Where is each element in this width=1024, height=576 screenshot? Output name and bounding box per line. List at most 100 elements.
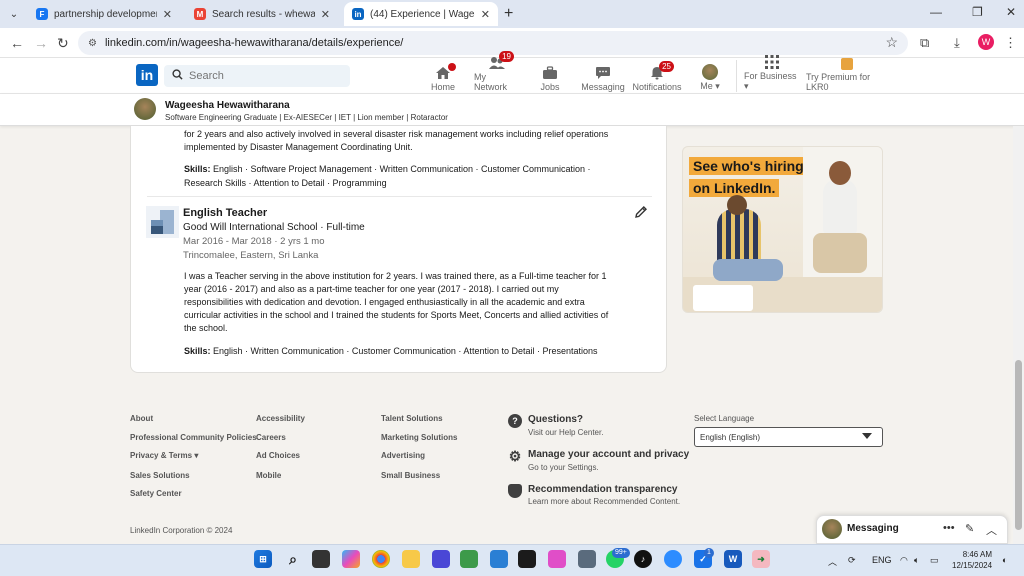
avatar[interactable] bbox=[134, 98, 156, 120]
copilot-icon[interactable] bbox=[342, 550, 360, 568]
footer-link-small-business[interactable]: Small Business bbox=[381, 471, 440, 480]
linkedin-logo[interactable]: in bbox=[136, 64, 158, 86]
search-box[interactable] bbox=[164, 65, 350, 87]
footer-link-advertising[interactable]: Advertising bbox=[381, 451, 425, 460]
messaging-label[interactable]: Messaging bbox=[847, 523, 899, 534]
footer-link-community-policies[interactable]: Professional Community Policies bbox=[130, 433, 257, 442]
people-icon: 19 bbox=[488, 51, 514, 70]
close-icon[interactable]: ✕ bbox=[481, 8, 490, 21]
sticky-notes-icon[interactable] bbox=[518, 550, 536, 568]
scrollbar-thumb[interactable] bbox=[1015, 360, 1022, 530]
volume-icon[interactable]: 🔈︎ bbox=[914, 555, 919, 566]
nav-notifications[interactable]: 25 Notifications bbox=[632, 60, 682, 92]
battery-icon[interactable]: ▭ bbox=[930, 555, 939, 566]
briefcase-icon bbox=[541, 66, 559, 80]
windows-start-icon[interactable]: ⊞ bbox=[254, 550, 272, 568]
tab-search-button[interactable]: ⌄ bbox=[4, 4, 24, 24]
restore-icon[interactable]: ❐ bbox=[972, 5, 983, 19]
linkedin-icon: in bbox=[352, 8, 364, 20]
download-icon[interactable]: ⤓ bbox=[954, 35, 960, 51]
divider bbox=[147, 196, 652, 197]
footer-link-ad-choices[interactable]: Ad Choices bbox=[256, 451, 300, 460]
task-view-icon[interactable] bbox=[312, 550, 330, 568]
notification-bell-icon[interactable]: ◐ bbox=[1002, 555, 1007, 565]
hiring-ad[interactable]: See who's hiring on LinkedIn. bbox=[682, 146, 883, 313]
nav-label: Home bbox=[430, 82, 455, 92]
search-input[interactable] bbox=[189, 70, 339, 82]
window-close-icon[interactable]: ✕ bbox=[1006, 5, 1016, 19]
notepad-icon[interactable] bbox=[490, 550, 508, 568]
sync-icon[interactable]: ⟳ bbox=[848, 555, 856, 566]
footer-link-careers[interactable]: Careers bbox=[256, 433, 286, 442]
nav-label: Jobs bbox=[540, 82, 560, 92]
minimize-icon[interactable]: — bbox=[930, 5, 942, 19]
language-indicator[interactable]: ENG bbox=[872, 555, 892, 565]
edit-pencil-icon[interactable] bbox=[634, 205, 650, 221]
home-icon bbox=[434, 63, 456, 80]
forward-arrow-icon[interactable]: → bbox=[34, 35, 48, 51]
file-explorer-icon[interactable] bbox=[402, 550, 420, 568]
nav-home[interactable]: Home bbox=[430, 60, 456, 92]
tiktok-icon[interactable]: ♪ bbox=[634, 550, 652, 568]
profile-name[interactable]: Wageesha Hewawitharana bbox=[165, 100, 290, 111]
app-icon[interactable] bbox=[432, 550, 450, 568]
prev-skills: Skills: English · Software Project Manag… bbox=[184, 163, 591, 176]
job-skills: Skills: English · Written Communication … bbox=[184, 345, 598, 358]
nav-for-business[interactable]: For Business ▾ bbox=[744, 55, 800, 92]
skills-list: English · Software Project Management · … bbox=[210, 164, 591, 174]
browser-profile-avatar[interactable]: W bbox=[978, 34, 994, 50]
footer-link-accessibility[interactable]: Accessibility bbox=[256, 414, 305, 423]
footer-link-privacy-terms[interactable]: Privacy & Terms ▾ bbox=[130, 451, 198, 460]
footer-link-about[interactable]: About bbox=[130, 414, 153, 423]
footer-link-sales-solutions[interactable]: Sales Solutions bbox=[130, 471, 190, 480]
app-icon[interactable] bbox=[460, 550, 478, 568]
reload-icon[interactable]: ↻ bbox=[57, 35, 69, 52]
site-info-icon[interactable]: ⚙ bbox=[88, 38, 97, 49]
search-icon[interactable]: ⌕ bbox=[284, 550, 302, 568]
browser-menu-icon[interactable]: ⋮ bbox=[1004, 35, 1017, 51]
close-icon[interactable]: ✕ bbox=[163, 8, 172, 21]
logo-shape bbox=[151, 226, 163, 234]
system-clock[interactable]: 8:46 AM 12/15/2024 bbox=[952, 549, 992, 571]
help-questions-link[interactable]: Questions? bbox=[528, 414, 583, 425]
skills-list: English · Written Communication · Custom… bbox=[210, 346, 598, 356]
tab-linkedin-experience[interactable]: in (44) Experience | Wageesha He ✕ bbox=[344, 2, 498, 26]
nav-divider bbox=[736, 60, 737, 92]
new-tab-button[interactable]: + bbox=[504, 5, 513, 23]
recommendation-transparency-link[interactable]: Recommendation transparency bbox=[528, 484, 678, 495]
footer-link-mobile[interactable]: Mobile bbox=[256, 471, 281, 480]
app-icon[interactable] bbox=[578, 550, 596, 568]
premium-link[interactable]: Try Premium for LKR0 bbox=[806, 58, 888, 92]
wifi-icon[interactable]: ◠ bbox=[900, 555, 908, 566]
chrome-icon[interactable] bbox=[372, 550, 390, 568]
url-field[interactable]: ⚙ linkedin.com/in/wageesha-hewawitharana… bbox=[78, 31, 908, 55]
more-options-icon[interactable]: ••• bbox=[943, 522, 955, 534]
job-title[interactable]: English Teacher bbox=[183, 207, 267, 219]
nav-my-network[interactable]: 19 My Network bbox=[474, 51, 520, 92]
prev-description-line: implemented by Disaster Management Coord… bbox=[184, 142, 413, 152]
messaging-panel[interactable] bbox=[816, 515, 1008, 544]
nav-messaging[interactable]: Messaging bbox=[581, 60, 625, 92]
tab-facebook[interactable]: F partnership development team ✕ bbox=[28, 2, 180, 26]
snipping-tool-icon[interactable] bbox=[548, 550, 566, 568]
bookmark-star-icon[interactable]: ☆ bbox=[885, 34, 898, 51]
chevron-up-icon[interactable]: ︿ bbox=[828, 555, 837, 568]
nav-me[interactable]: Me ▾ bbox=[698, 60, 722, 92]
app-icon[interactable]: ➜ bbox=[752, 550, 770, 568]
word-icon[interactable]: W bbox=[724, 550, 742, 568]
chevron-up-icon[interactable]: ︿ bbox=[986, 522, 997, 538]
nav-jobs[interactable]: Jobs bbox=[538, 60, 562, 92]
footer-link-marketing-solutions[interactable]: Marketing Solutions bbox=[381, 433, 457, 442]
footer-link-safety-center[interactable]: Safety Center bbox=[130, 489, 182, 498]
ad-person-right-head bbox=[829, 161, 851, 185]
manage-account-link[interactable]: Manage your account and privacy bbox=[528, 449, 689, 460]
footer-link-talent-solutions[interactable]: Talent Solutions bbox=[381, 414, 443, 423]
company-logo[interactable] bbox=[146, 206, 179, 238]
close-icon[interactable]: ✕ bbox=[321, 8, 330, 21]
extensions-icon[interactable]: ⧉ bbox=[920, 35, 929, 51]
language-select[interactable]: English (English) bbox=[694, 427, 883, 447]
back-arrow-icon[interactable]: ← bbox=[10, 35, 24, 51]
tab-gmail[interactable]: M Search results - whewawitharan ✕ bbox=[186, 2, 338, 26]
zoom-icon[interactable] bbox=[664, 550, 682, 568]
compose-icon[interactable]: ✎ bbox=[965, 522, 974, 535]
